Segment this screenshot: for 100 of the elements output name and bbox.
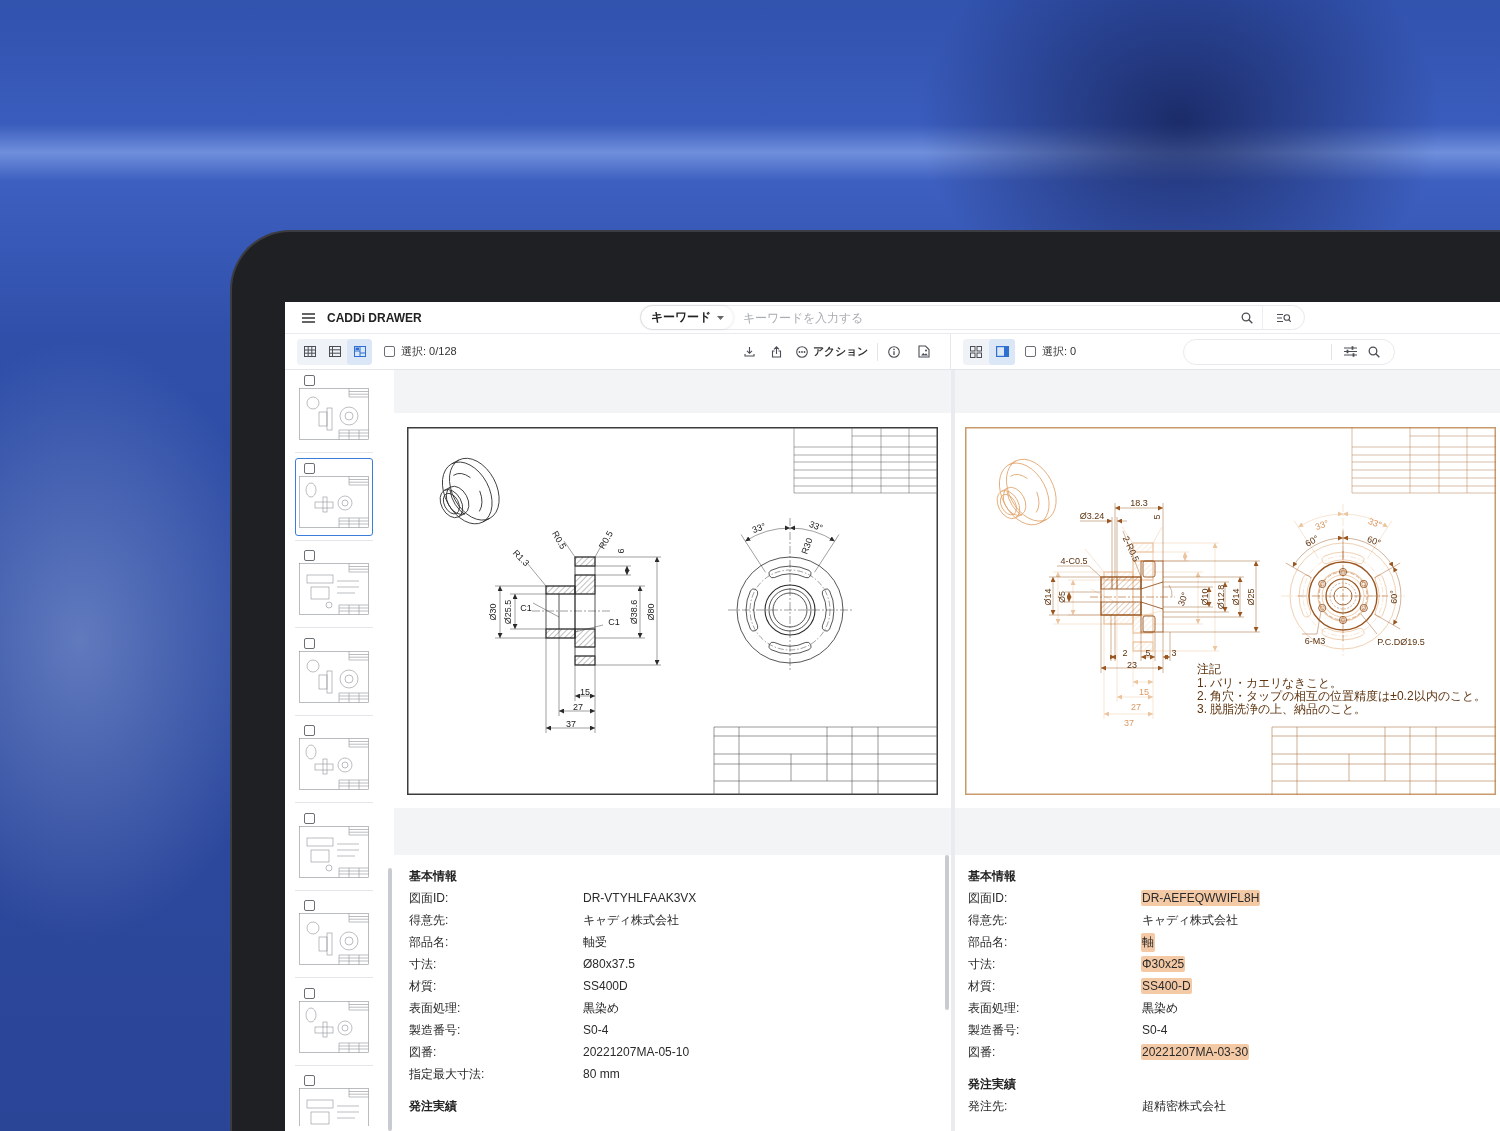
checkbox[interactable]	[384, 346, 395, 357]
dimension-label: Ø10	[1200, 588, 1210, 606]
field-value: 軸	[1141, 932, 1155, 952]
dimension-label: Ø14	[1231, 588, 1241, 606]
more-icon	[796, 345, 808, 358]
view-button[interactable]	[989, 338, 1015, 365]
dimension-label: Ø14	[1043, 588, 1053, 606]
field-label: 寸法:	[968, 955, 997, 973]
side-panel-icon	[995, 346, 1009, 357]
field-value: SS400-D	[1141, 978, 1192, 994]
checkbox[interactable]	[304, 637, 315, 649]
field-label: 表面処理:	[968, 999, 1021, 1017]
field-value: 黒染め	[1141, 999, 1179, 1017]
dimension-label: C1	[520, 603, 532, 613]
isometric-part-drawing	[439, 457, 500, 525]
selection-count: 選択: 0	[1042, 344, 1077, 359]
checkbox[interactable]	[304, 987, 315, 999]
search-icon	[1368, 345, 1380, 358]
dimension-label: 15	[580, 687, 590, 697]
field-label: 寸法:	[409, 955, 438, 973]
field-value: キャディ株式会社	[582, 911, 680, 929]
scrollbar[interactable]	[945, 855, 949, 1010]
drawing-thumbnail	[299, 1000, 369, 1053]
field-value: SS400D	[582, 978, 629, 994]
download-icon	[743, 346, 755, 357]
field-label: 材質:	[409, 977, 438, 995]
field-value: DR-VTYHLFAAK3VX	[582, 890, 698, 906]
checkbox[interactable]	[304, 1075, 315, 1086]
checkbox[interactable]	[304, 900, 315, 911]
field-value: S0-4	[582, 1022, 610, 1038]
field-label: 図面ID:	[968, 889, 1009, 907]
dimension-label: R30	[799, 536, 815, 556]
field-value: キャディ株式会社	[1141, 911, 1239, 929]
menu-icon	[301, 312, 315, 323]
field-value: 80 mm	[582, 1066, 621, 1082]
dimension-label: 60°	[1389, 590, 1399, 604]
dimension-label: 5	[1145, 648, 1151, 658]
field-label: 製造番号:	[968, 1021, 1021, 1039]
drawing-thumbnail	[299, 738, 369, 790]
isometric-part-drawing	[996, 458, 1057, 526]
dimension-label: Ø25	[1246, 588, 1256, 606]
field-label: 材質:	[968, 977, 997, 995]
share-icon	[770, 345, 782, 358]
dimension-label: 37	[1124, 718, 1134, 728]
dimension-label: 18.3	[1130, 498, 1148, 508]
field-value: DR-AEFEQWWIFL8H	[1141, 890, 1261, 906]
dimension-label: 33°	[807, 518, 825, 534]
drawing-thumbnail	[299, 475, 369, 528]
dimension-label: 27	[573, 702, 583, 712]
search-field[interactable]: キーワードを入力する	[743, 307, 1232, 328]
dimension-label: 33°	[1366, 515, 1384, 531]
dimension-label: 23	[1127, 660, 1137, 670]
field-label: 製造番号:	[409, 1021, 462, 1039]
field-label: 発注先:	[968, 1097, 1009, 1115]
dimension-label: 33°	[750, 520, 768, 536]
search-type-dropdown[interactable]: キーワード	[641, 306, 733, 329]
note-text: 2. 角穴・タップの相互の位置精度は±0.2以内のこと。	[1197, 689, 1486, 703]
list-search-icon	[1276, 312, 1291, 323]
layout-icon	[353, 346, 366, 357]
tiles-icon	[970, 345, 982, 358]
dimension-label: 15	[1139, 687, 1149, 697]
field-label: 図番:	[968, 1043, 997, 1061]
thumbnail-card[interactable]	[295, 457, 373, 536]
section-heading: 基本情報	[968, 868, 1016, 885]
dimension-label: 37	[566, 719, 576, 729]
dimension-label: 27	[1131, 702, 1141, 712]
scrollbar[interactable]	[388, 868, 392, 1131]
field-value: S0-4	[1141, 1022, 1169, 1038]
field-value: Φ30x25	[1141, 956, 1186, 972]
checkbox[interactable]	[1025, 346, 1036, 357]
checkbox[interactable]	[304, 550, 315, 561]
dimension-label: 6	[616, 548, 626, 554]
search-icon	[1241, 311, 1253, 324]
field-label: 図番:	[409, 1043, 438, 1061]
dimension-label: Ø25.5	[503, 599, 513, 625]
sliders-icon	[1343, 346, 1357, 357]
checkbox[interactable]	[304, 462, 315, 474]
caret-icon	[717, 315, 724, 320]
action-button[interactable]: アクション	[793, 340, 871, 363]
selection-count: 選択: 0/128	[401, 344, 457, 359]
field-value: 黒染め	[582, 999, 620, 1017]
field-label: 図面ID:	[409, 889, 450, 907]
dimension-label: 4-C0.5	[1060, 556, 1088, 566]
field-value: 20221207MA-03-30	[1141, 1044, 1250, 1060]
drawing-thumbnail	[299, 388, 369, 440]
field-value: 超精密株式会社	[1141, 1097, 1227, 1115]
section-heading: 発注実績	[968, 1076, 1016, 1093]
checkbox[interactable]	[304, 725, 315, 736]
dimension-label: 5	[1152, 514, 1162, 520]
search-bar[interactable]: キーワード キーワードを入力する	[640, 305, 1305, 330]
dimension-label: 60°	[1303, 533, 1321, 549]
grid-icon	[303, 346, 316, 357]
drawing-thumbnail	[299, 563, 369, 615]
list-icon	[328, 346, 341, 357]
notes-heading: 注記	[1197, 662, 1221, 676]
drawing-thumbnail	[299, 1088, 369, 1126]
checkbox[interactable]	[304, 812, 315, 824]
view-button[interactable]	[347, 338, 372, 365]
checkbox[interactable]	[304, 375, 315, 386]
dimension-label: Ø80	[646, 603, 656, 621]
